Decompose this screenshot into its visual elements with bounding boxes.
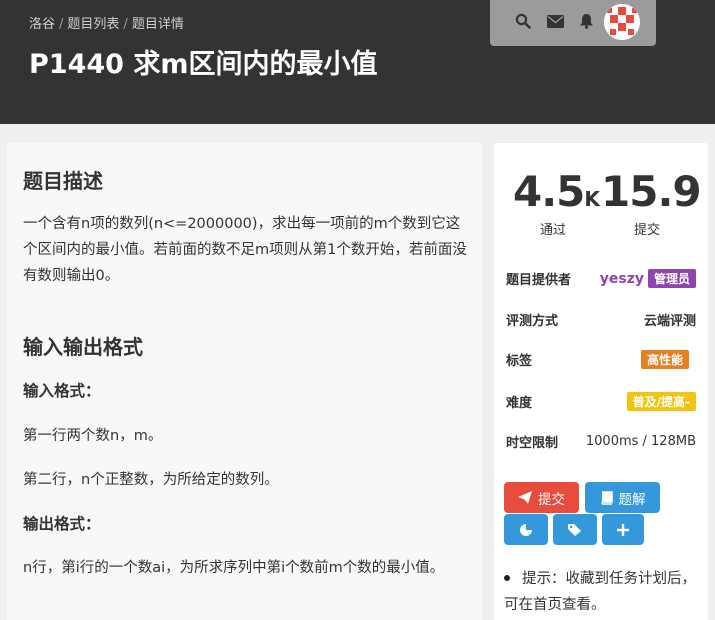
provider-row: 题目提供者 yeszy 管理员 xyxy=(506,267,696,289)
limit-row: 时空限制 1000ms / 128MB xyxy=(506,430,696,452)
judge-row: 评测方式 云端评测 xyxy=(506,308,696,330)
limit-label: 时空限制 xyxy=(506,435,559,451)
output-format-title: 输出格式： xyxy=(23,515,101,533)
bullet-icon xyxy=(504,575,510,581)
avatar[interactable] xyxy=(604,4,640,40)
submit-button-label: 提交 xyxy=(538,491,565,508)
envelope-icon[interactable] xyxy=(545,11,565,31)
breadcrumb-home[interactable]: 洛谷 xyxy=(29,17,55,32)
problem-content: 题目描述 一个含有n项的数列(n<=2000000)，求出每一项前的m个数到它这… xyxy=(7,143,482,620)
tags-button[interactable] xyxy=(553,514,597,545)
breadcrumb-current: 题目详情 xyxy=(131,17,184,32)
provider-label: 题目提供者 xyxy=(506,272,572,288)
difficulty-row: 难度 普及/提高- xyxy=(506,390,696,412)
provider-name[interactable]: yeszy xyxy=(600,271,644,287)
solution-button[interactable]: 题解 xyxy=(585,482,660,513)
passed-count-unit: K xyxy=(584,187,600,211)
tags-label: 标签 xyxy=(506,353,533,369)
io-format-title: 输入输出格式 xyxy=(23,335,143,359)
input-format-title: 输入格式： xyxy=(23,382,101,400)
breadcrumb-separator: / xyxy=(59,17,64,32)
submit-button[interactable]: 提交 xyxy=(504,482,579,513)
page-title: P1440 求m区间内的最小值 xyxy=(29,49,378,80)
input-format-line2: 第二行，n个正整数，为所给定的数列。 xyxy=(23,472,279,488)
solution-button-label: 题解 xyxy=(618,491,646,508)
bell-icon[interactable] xyxy=(576,11,596,31)
statistics-button[interactable] xyxy=(504,514,548,545)
provider-value: yeszy 管理员 xyxy=(600,268,696,288)
breadcrumb-problem-list[interactable]: 题目列表 xyxy=(67,17,119,32)
difficulty-label: 难度 xyxy=(506,395,533,411)
description-text: 一个含有n项的数列(n<=2000000)，求出每一项前的m个数到它这个区间内的… xyxy=(23,216,467,284)
limit-value: 1000ms / 128MB xyxy=(585,433,696,449)
page-header: 洛谷 / 题目列表 / 题目详情 P1440 求m区间内的最小值 xyxy=(0,0,715,124)
input-format-line1: 第一行两个数n，m。 xyxy=(23,428,163,444)
output-format-text: n行，第i行的一个数ai，为所求序列中第i个数前m个数的最小值。 xyxy=(23,560,445,576)
add-to-list-button[interactable] xyxy=(602,514,644,545)
favorite-tip-text: 提示：收藏到任务计划后，可在首页查看。 xyxy=(504,571,696,613)
pie-chart-icon xyxy=(520,523,532,536)
admin-badge: 管理员 xyxy=(647,268,696,288)
submitted-count: 15.9 xyxy=(601,167,702,216)
tags-row: 标签 高性能 xyxy=(506,348,696,370)
breadcrumb: 洛谷 / 题目列表 / 题目详情 xyxy=(29,13,184,32)
tags-icon xyxy=(568,523,581,536)
difficulty-badge: 普及/提高- xyxy=(626,391,696,411)
submitted-label: 提交 xyxy=(634,223,661,238)
favorite-tip: 提示：收藏到任务计划后，可在首页查看。 xyxy=(504,566,700,618)
tag-badge[interactable]: 高性能 xyxy=(640,349,689,369)
description-title: 题目描述 xyxy=(23,169,103,193)
judge-value: 云端评测 xyxy=(643,313,696,329)
passed-count-value: 4.5 xyxy=(513,167,585,216)
breadcrumb-separator: / xyxy=(123,17,128,32)
search-icon[interactable] xyxy=(513,11,533,31)
judge-label: 评测方式 xyxy=(506,313,559,329)
plus-icon xyxy=(617,523,629,536)
user-nav xyxy=(490,0,656,46)
problem-info-panel: 4.5K 通过 15.9 提交 题目提供者 yeszy 管理员 评测方式 云端评测… xyxy=(494,143,708,620)
book-icon xyxy=(600,490,613,505)
paper-plane-icon xyxy=(518,491,532,504)
passed-label: 通过 xyxy=(540,223,567,238)
passed-count: 4.5K xyxy=(513,167,600,216)
